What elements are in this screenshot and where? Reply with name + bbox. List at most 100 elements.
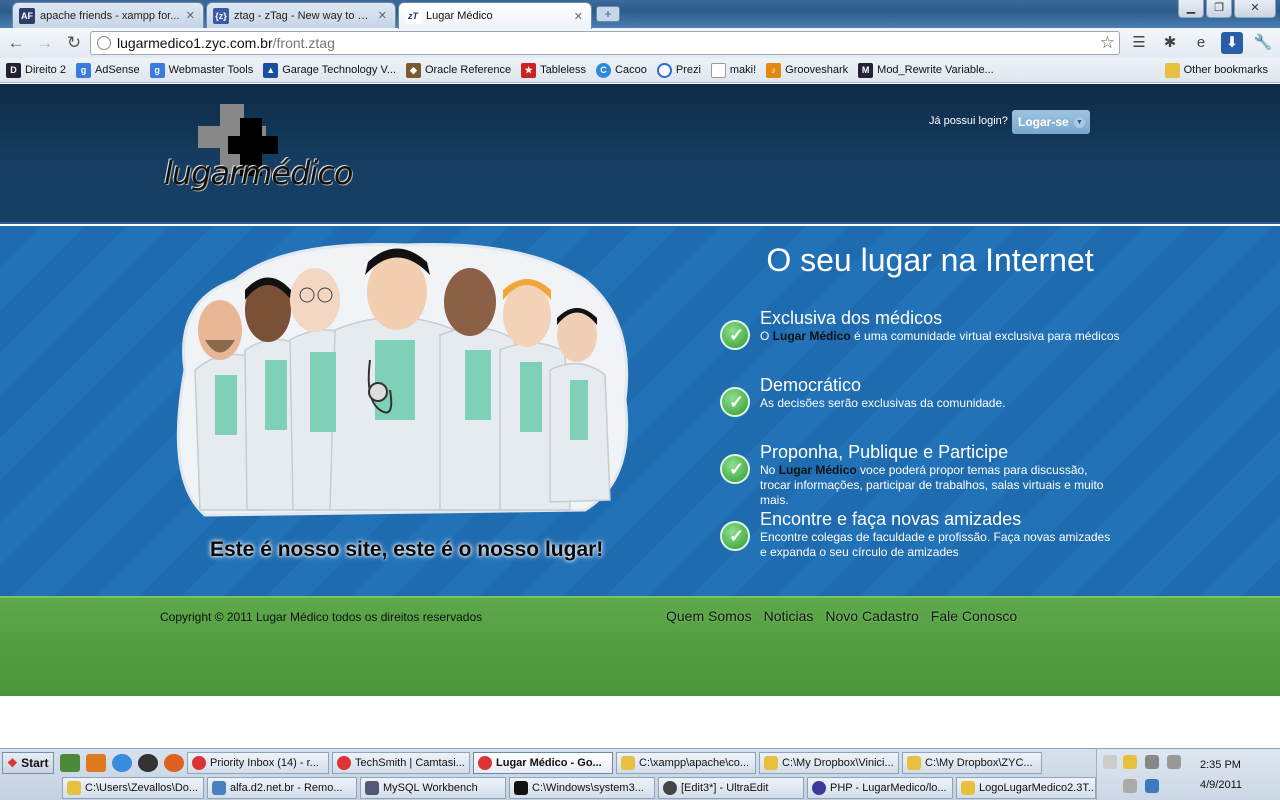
browser-toolbar: ← → ↻ lugarmedico1.zyc.com.br/front.ztag… — [0, 28, 1280, 58]
close-window-button[interactable]: ✕ — [1234, 0, 1276, 18]
google-icon: g — [149, 62, 165, 78]
close-tab-icon[interactable]: ✕ — [378, 9, 387, 22]
site-footer: Copyright © 2011 Lugar Médico todos os d… — [0, 596, 1280, 696]
internet-explorer-icon[interactable] — [112, 754, 132, 772]
taskbar-window[interactable]: MySQL Workbench — [360, 777, 506, 799]
footer-link-quem-somos[interactable]: Quem Somos — [666, 608, 752, 624]
prezi-icon — [656, 62, 672, 78]
action-center-icon[interactable] — [1123, 755, 1137, 769]
taskbar-window-active[interactable]: Lugar Médico - Go... — [473, 752, 613, 774]
bookmark-item[interactable]: C Cacoo — [596, 62, 647, 78]
bookmark-item[interactable]: ▲ Garage Technology V... — [263, 62, 396, 78]
footer-link-novo-cadastro[interactable]: Novo Cadastro — [825, 608, 918, 624]
taskbar-window[interactable]: Priority Inbox (14) - r... — [187, 752, 329, 774]
bookmark-item[interactable]: maki! — [710, 62, 756, 78]
taskbar-window[interactable]: PHP - LugarMedico/lo... — [807, 777, 953, 799]
window-controls: ▁ ❐ ✕ — [1176, 0, 1276, 18]
new-tab-button[interactable]: + — [596, 6, 620, 22]
grooveshark-icon: ♪ — [766, 62, 782, 78]
checkmark-icon: ✓ — [720, 387, 750, 417]
taskbar-window[interactable]: C:\Windows\system3... — [509, 777, 655, 799]
reload-button[interactable]: ↻ — [61, 31, 87, 55]
footer-link-noticias[interactable]: Noticias — [764, 608, 814, 624]
folder-icon — [67, 781, 81, 795]
taskbar-window[interactable]: C:\xampp\apache\co... — [616, 752, 756, 774]
bookmark-item[interactable]: ★ Tableless — [521, 62, 586, 78]
forward-button[interactable]: → — [32, 31, 58, 55]
checkmark-icon: ✓ — [720, 454, 750, 484]
dreamweaver-icon[interactable] — [60, 754, 80, 772]
chrome-icon — [478, 756, 492, 770]
taskbar-window[interactable]: C:\My Dropbox\Vinici... — [759, 752, 899, 774]
bookmark-item[interactable]: ♪ Grooveshark — [766, 62, 848, 78]
url-path: /front.ztag — [272, 35, 335, 51]
taskbar-window[interactable]: C:\My Dropbox\ZYC... — [902, 752, 1042, 774]
restore-button[interactable]: ❐ — [1206, 0, 1232, 18]
web-page: lugarmédico Já possui login? Logar-se ▼ — [0, 84, 1280, 748]
taskbar-window[interactable]: TechSmith | Camtasi... — [332, 752, 470, 774]
login-button[interactable]: Logar-se ▼ — [1012, 110, 1090, 134]
ultraedit-icon — [663, 781, 677, 795]
page-menu-icon[interactable]: ☰ — [1128, 32, 1150, 54]
wrench-icon[interactable]: 🔧 — [1252, 32, 1274, 54]
eclipse-icon — [812, 781, 826, 795]
feature-description: No Lugar Médico voce poderá propor temas… — [760, 463, 1104, 507]
close-tab-icon[interactable]: ✕ — [186, 9, 195, 22]
bookmark-star-icon[interactable]: ☆ — [1100, 33, 1115, 53]
bookmark-item[interactable]: ◆ Oracle Reference — [405, 62, 511, 78]
bookmark-item[interactable]: M Mod_Rewrite Variable... — [858, 62, 994, 78]
media-player-icon[interactable] — [86, 754, 106, 772]
system-tray: 2:35 PM 4/9/2011 — [1096, 749, 1280, 800]
logo-text: lugarmédico — [164, 154, 353, 192]
download-icon[interactable]: ⬇ — [1221, 32, 1243, 54]
bookmark-item[interactable]: g AdSense — [75, 62, 140, 78]
tab-apache-friends[interactable]: AF apache friends - xampp for... ✕ — [12, 2, 204, 28]
footer-link-fale-conosco[interactable]: Fale Conosco — [931, 608, 1017, 624]
back-button[interactable]: ← — [3, 31, 29, 55]
close-tab-icon[interactable]: ✕ — [574, 10, 583, 23]
feature-title: Exclusiva dos médicos — [760, 308, 943, 328]
eclipse-icon[interactable] — [138, 754, 158, 772]
tab-lugar-medico[interactable]: zT Lugar Médico ✕ — [398, 2, 592, 29]
ztag-logo-icon: zT — [405, 8, 421, 24]
dropbox-icon[interactable] — [1145, 779, 1159, 793]
chrome-icon — [192, 756, 206, 770]
bookmark-item[interactable]: g Webmaster Tools — [149, 62, 253, 78]
google-icon: g — [75, 62, 91, 78]
oracle-icon: ◆ — [405, 62, 421, 78]
network-icon[interactable] — [1167, 755, 1181, 769]
minimize-button[interactable]: ▁ — [1178, 0, 1204, 18]
ie-tab-icon[interactable]: e — [1190, 32, 1212, 54]
bookmark-item[interactable]: D Direito 2 — [6, 62, 66, 78]
start-button[interactable]: ❖ Start — [2, 752, 54, 774]
hero-title: O seu lugar na Internet — [766, 242, 1094, 278]
login-question: Já possui login? — [929, 115, 1008, 127]
other-bookmarks[interactable]: Other bookmarks — [1164, 62, 1268, 78]
feature-item: ✓ Democrático As decisões serão exclusiv… — [720, 375, 1120, 417]
bookmark-favicon-icon: D — [6, 62, 21, 78]
copyright-text: Copyright © 2011 Lugar Médico todos os d… — [160, 610, 483, 624]
feature-item: ✓ Exclusiva dos médicos O Lugar Médico é… — [720, 308, 1120, 350]
cacoo-icon: C — [596, 62, 612, 78]
hero-section: Este é nosso site, este é o nosso lugar!… — [0, 226, 1280, 596]
apache-friends-icon: AF — [19, 7, 35, 24]
logo-cross-shape — [228, 136, 278, 154]
bookmark-item[interactable]: Prezi — [656, 62, 701, 78]
site-logo[interactable]: lugarmédico — [164, 100, 354, 200]
clock-date[interactable]: 4/9/2011 — [1200, 779, 1242, 791]
feature-description: O Lugar Médico é uma comunidade virtual … — [760, 329, 1120, 343]
volume-icon[interactable] — [1123, 779, 1137, 793]
taskbar-window[interactable]: C:\Users\Zevallos\Do... — [62, 777, 204, 799]
address-bar[interactable]: lugarmedico1.zyc.com.br/front.ztag ☆ — [90, 31, 1120, 55]
folder-icon — [961, 781, 975, 795]
firefox-icon[interactable] — [164, 754, 184, 772]
folder-icon — [1164, 62, 1180, 78]
firebug-icon[interactable]: ✱ — [1159, 32, 1181, 54]
tab-ztag[interactable]: {z} ztag - zTag - New way to d... ✕ — [206, 2, 396, 28]
taskbar-window[interactable]: alfa.d2.net.br - Remo... — [207, 777, 357, 799]
tray-expand-icon[interactable] — [1103, 755, 1117, 769]
taskbar-window[interactable]: LogoLugarMedico2.3T... — [956, 777, 1096, 799]
clock-time[interactable]: 2:35 PM — [1200, 759, 1241, 771]
taskbar-window[interactable]: [Edit3*] - UltraEdit — [658, 777, 804, 799]
power-icon[interactable] — [1145, 755, 1159, 769]
